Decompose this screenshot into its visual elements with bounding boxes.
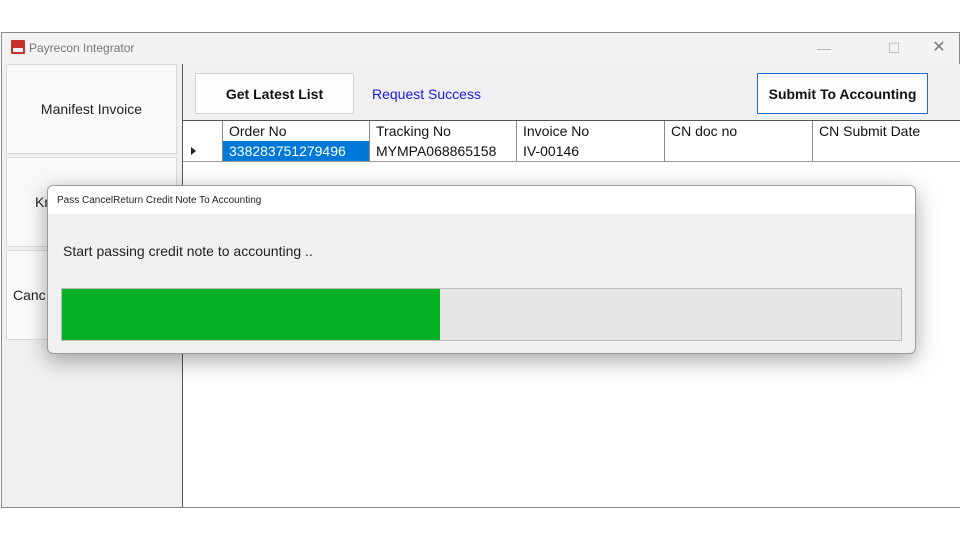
cell-cn-doc-no[interactable] xyxy=(665,141,813,161)
close-icon[interactable]: ✕ xyxy=(924,38,954,58)
column-header-order-no[interactable]: Order No xyxy=(223,121,370,141)
column-header-tracking-no[interactable]: Tracking No xyxy=(370,121,517,141)
dialog-message: Start passing credit note to accounting … xyxy=(63,243,313,259)
current-row-icon xyxy=(191,147,196,155)
progress-dialog: Pass CancelReturn Credit Note To Account… xyxy=(47,185,916,354)
dialog-title-bar[interactable]: Pass CancelReturn Credit Note To Account… xyxy=(48,186,915,214)
column-header-invoice-no[interactable]: Invoice No xyxy=(517,121,665,141)
row-header-corner xyxy=(183,121,223,141)
cell-invoice-no[interactable]: IV-00146 xyxy=(517,141,665,161)
column-header-cn-doc-no[interactable]: CN doc no xyxy=(665,121,813,141)
row-header[interactable] xyxy=(183,141,223,161)
dialog-title: Pass CancelReturn Credit Note To Account… xyxy=(57,195,262,206)
cell-order-no[interactable]: 338283751279496 xyxy=(223,141,370,161)
sidebar-item-label: Manifest Invoice xyxy=(40,101,143,117)
window-title: Payrecon Integrator xyxy=(29,41,135,55)
submit-to-accounting-button[interactable]: Submit To Accounting xyxy=(757,73,928,114)
table-row[interactable]: 338283751279496 MYMPA068865158 IV-00146 xyxy=(183,141,960,162)
cell-cn-submit-date[interactable] xyxy=(813,141,960,161)
cell-tracking-no[interactable]: MYMPA068865158 xyxy=(370,141,517,161)
sidebar-item-manifest-invoice[interactable]: Manifest Invoice xyxy=(6,64,177,154)
maximize-icon[interactable]: ☐ xyxy=(879,38,909,58)
title-bar[interactable]: Payrecon Integrator — ☐ ✕ xyxy=(2,33,959,64)
get-latest-list-button[interactable]: Get Latest List xyxy=(195,73,354,114)
app-logo-icon xyxy=(11,40,25,54)
sidebar-item-label: Canc xyxy=(13,287,46,303)
column-header-cn-submit-date[interactable]: CN Submit Date xyxy=(813,121,960,141)
grid-header: Order No Tracking No Invoice No CN doc n… xyxy=(183,121,960,142)
minimize-icon[interactable]: — xyxy=(809,38,839,58)
request-status-text: Request Success xyxy=(372,86,481,102)
progress-bar xyxy=(61,288,902,341)
progress-bar-fill xyxy=(62,289,440,340)
